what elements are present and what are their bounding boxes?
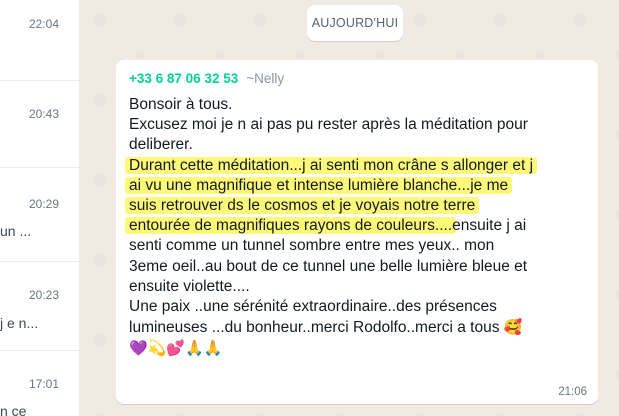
message-line: 3eme oeil..au bout de ce tunnel une bell… bbox=[129, 257, 528, 275]
message-line: senti comme un tunnel sombre entre mes y… bbox=[129, 237, 495, 255]
message-sender: +33 6 87 06 32 53 ~Nelly bbox=[129, 71, 284, 86]
smiling-face-hearts-emoji: 🥰 bbox=[503, 318, 523, 337]
message-text: Bonsoir à tous. Excusez moi je n ai pas … bbox=[129, 95, 589, 359]
message-line: ensuite violette.... bbox=[129, 277, 250, 295]
chat-time: 20:43 bbox=[28, 107, 59, 121]
highlighted-text: ai vu une magnifique et intense lumière … bbox=[129, 176, 509, 194]
message-line-tail: ensuite j ai bbox=[452, 217, 527, 235]
chat-list-item[interactable]: 22:04 bbox=[0, 0, 79, 81]
highlighted-text: Durant cette méditation...j ai senti mon… bbox=[129, 156, 534, 174]
message-line: Durant cette méditation...j ai senti mon… bbox=[129, 156, 589, 176]
chat-snippet: n ce bbox=[0, 403, 27, 416]
message-line: Bonsoir à tous. bbox=[129, 96, 233, 113]
message-line: lumineuses ...du bonheur..merci Rodolfo.… bbox=[129, 317, 589, 338]
chat-list-item[interactable]: 20:23 j e n... bbox=[0, 262, 79, 351]
message-line: suis retrouver ds le cosmos et je voyais… bbox=[129, 196, 589, 216]
emoji-line: 💜💫💕🙏🙏 bbox=[129, 339, 223, 358]
sender-phone[interactable]: +33 6 87 06 32 53 bbox=[129, 71, 238, 86]
chat-list-item[interactable]: 17:01 n ce bbox=[0, 351, 79, 416]
message-line: ai vu une magnifique et intense lumière … bbox=[129, 176, 589, 196]
highlighted-text: suis retrouver ds le cosmos et je voyais… bbox=[129, 197, 476, 215]
chat-list-item[interactable]: 20:29 un ... bbox=[0, 168, 79, 262]
highlighted-text: entourée de magnifiques rayons de couleu… bbox=[129, 217, 453, 235]
chat-snippet: j e n... bbox=[0, 315, 39, 331]
sender-name: ~Nelly bbox=[246, 71, 285, 86]
chat-snippet: un ... bbox=[0, 223, 32, 239]
message-line: deliberer. bbox=[129, 136, 193, 154]
message-line: Excusez moi je n ai pas pu rester après … bbox=[129, 116, 528, 134]
message-line-text: lumineuses ...du bonheur..merci Rodolfo.… bbox=[129, 319, 504, 337]
chat-list-item[interactable]: 20:43 bbox=[0, 81, 79, 168]
chat-time: 17:01 bbox=[28, 377, 59, 391]
message-line: entourée de magnifiques rayons de couleu… bbox=[129, 216, 589, 236]
conversation-pane: AUJOURD'HUI +33 6 87 06 32 53 ~Nelly Bons… bbox=[80, 0, 619, 416]
chat-list: 22:04 20:43 20:29 un ... 20:23 j e n... … bbox=[0, 0, 80, 416]
chat-time: 20:23 bbox=[28, 288, 59, 302]
chat-time: 22:04 bbox=[28, 17, 59, 31]
date-chip: AUJOURD'HUI bbox=[307, 5, 403, 41]
message-bubble[interactable]: +33 6 87 06 32 53 ~Nelly Bonsoir à tous. … bbox=[116, 60, 598, 404]
message-line: Une paix ..une sérénité extraordinaire..… bbox=[129, 298, 497, 316]
chat-time: 20:29 bbox=[28, 197, 59, 211]
message-time: 21:06 bbox=[558, 386, 587, 398]
